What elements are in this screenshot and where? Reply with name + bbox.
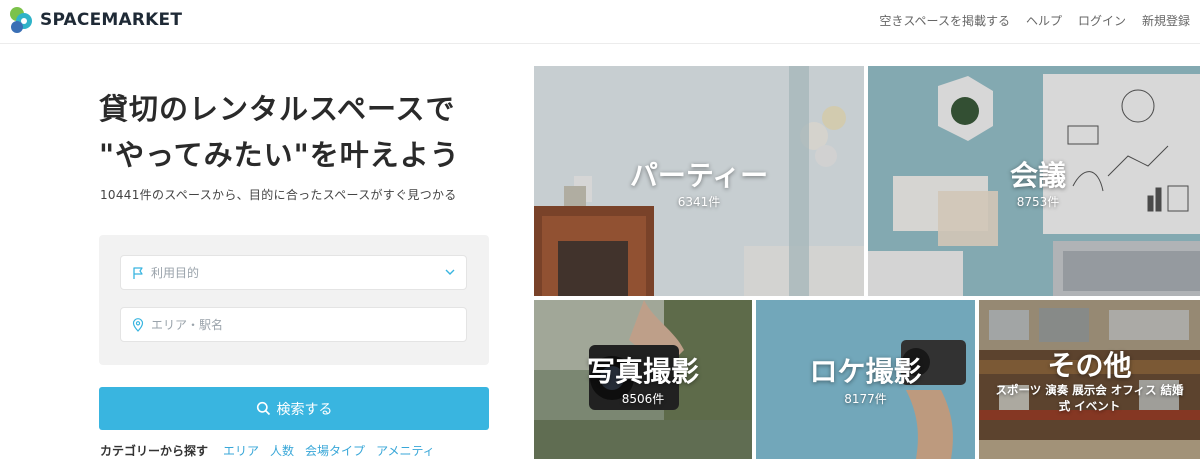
tile-photo-title: 写真撮影 <box>586 355 699 388</box>
brand-name: SPACEMARKET <box>40 10 183 30</box>
nav-login[interactable]: ログイン <box>1078 12 1126 29</box>
tile-location-title: ロケ撮影 <box>809 355 922 388</box>
flag-icon <box>133 266 143 279</box>
purpose-placeholder: 利用目的 <box>151 266 200 280</box>
tile-other[interactable]: その他 スポーツ 演奏 展示会 オフィス 結婚式 イベント <box>979 300 1200 459</box>
nav-help[interactable]: ヘルプ <box>1026 12 1062 29</box>
site-header: SPACEMARKET 空きスペースを掲載する ヘルプ ログイン 新規登録 <box>0 0 1200 44</box>
tile-photo[interactable]: 写真撮影 8506件 <box>534 300 752 459</box>
tile-meeting-count: 8753件 <box>1016 195 1060 209</box>
hero-title: 貸切のレンタルスペースで "やってみたい"を叶えよう <box>99 86 460 178</box>
category-row: カテゴリーから探す エリア 人数 会場タイプ アメニティ <box>100 442 435 459</box>
hero-title-line1: 貸切のレンタルスペースで <box>99 92 456 126</box>
tile-location[interactable]: ロケ撮影 8177件 <box>756 300 975 459</box>
location-pin-icon <box>132 317 144 332</box>
area-field[interactable] <box>120 307 467 342</box>
tile-party[interactable]: パーティー 6341件 <box>534 66 864 296</box>
logo-mark-icon <box>10 7 32 33</box>
category-label: カテゴリーから探す <box>100 444 209 458</box>
search-panel: 利用目的 <box>99 235 489 365</box>
category-link-area[interactable]: エリア <box>223 442 259 459</box>
tile-location-count: 8177件 <box>844 392 887 406</box>
area-input[interactable] <box>151 317 451 332</box>
category-link-venue-type[interactable]: 会場タイプ <box>305 442 365 459</box>
tile-meeting[interactable]: 会議 8753件 <box>868 66 1200 296</box>
brand-logo[interactable]: SPACEMARKET <box>8 6 182 34</box>
tile-meeting-title: 会議 <box>1009 159 1066 192</box>
tile-other-subtitle: スポーツ 演奏 展示会 オフィス 結婚式 イベント <box>995 383 1184 413</box>
header-nav: 空きスペースを掲載する ヘルプ ログイン 新規登録 <box>879 12 1190 29</box>
search-button[interactable]: 検索する <box>99 387 489 430</box>
hero-subtitle: 10441件のスペースから、目的に合ったスペースがすぐ見つかる <box>100 188 457 202</box>
tile-party-title: パーティー <box>629 159 769 192</box>
tile-other-title: その他 <box>1047 349 1132 382</box>
hero-title-line2: "やってみたい"を叶えよう <box>99 138 460 172</box>
purpose-select[interactable]: 利用目的 <box>120 255 467 290</box>
category-link-amenity[interactable]: アメニティ <box>376 442 435 459</box>
nav-list-space[interactable]: 空きスペースを掲載する <box>879 12 1010 29</box>
tile-party-count: 6341件 <box>677 195 721 209</box>
chevron-down-icon <box>445 269 455 275</box>
tile-photo-count: 8506件 <box>621 392 665 406</box>
nav-signup[interactable]: 新規登録 <box>1142 12 1190 29</box>
category-link-capacity[interactable]: 人数 <box>270 442 294 459</box>
search-button-label: 検索する <box>276 401 333 418</box>
search-icon <box>256 401 270 416</box>
